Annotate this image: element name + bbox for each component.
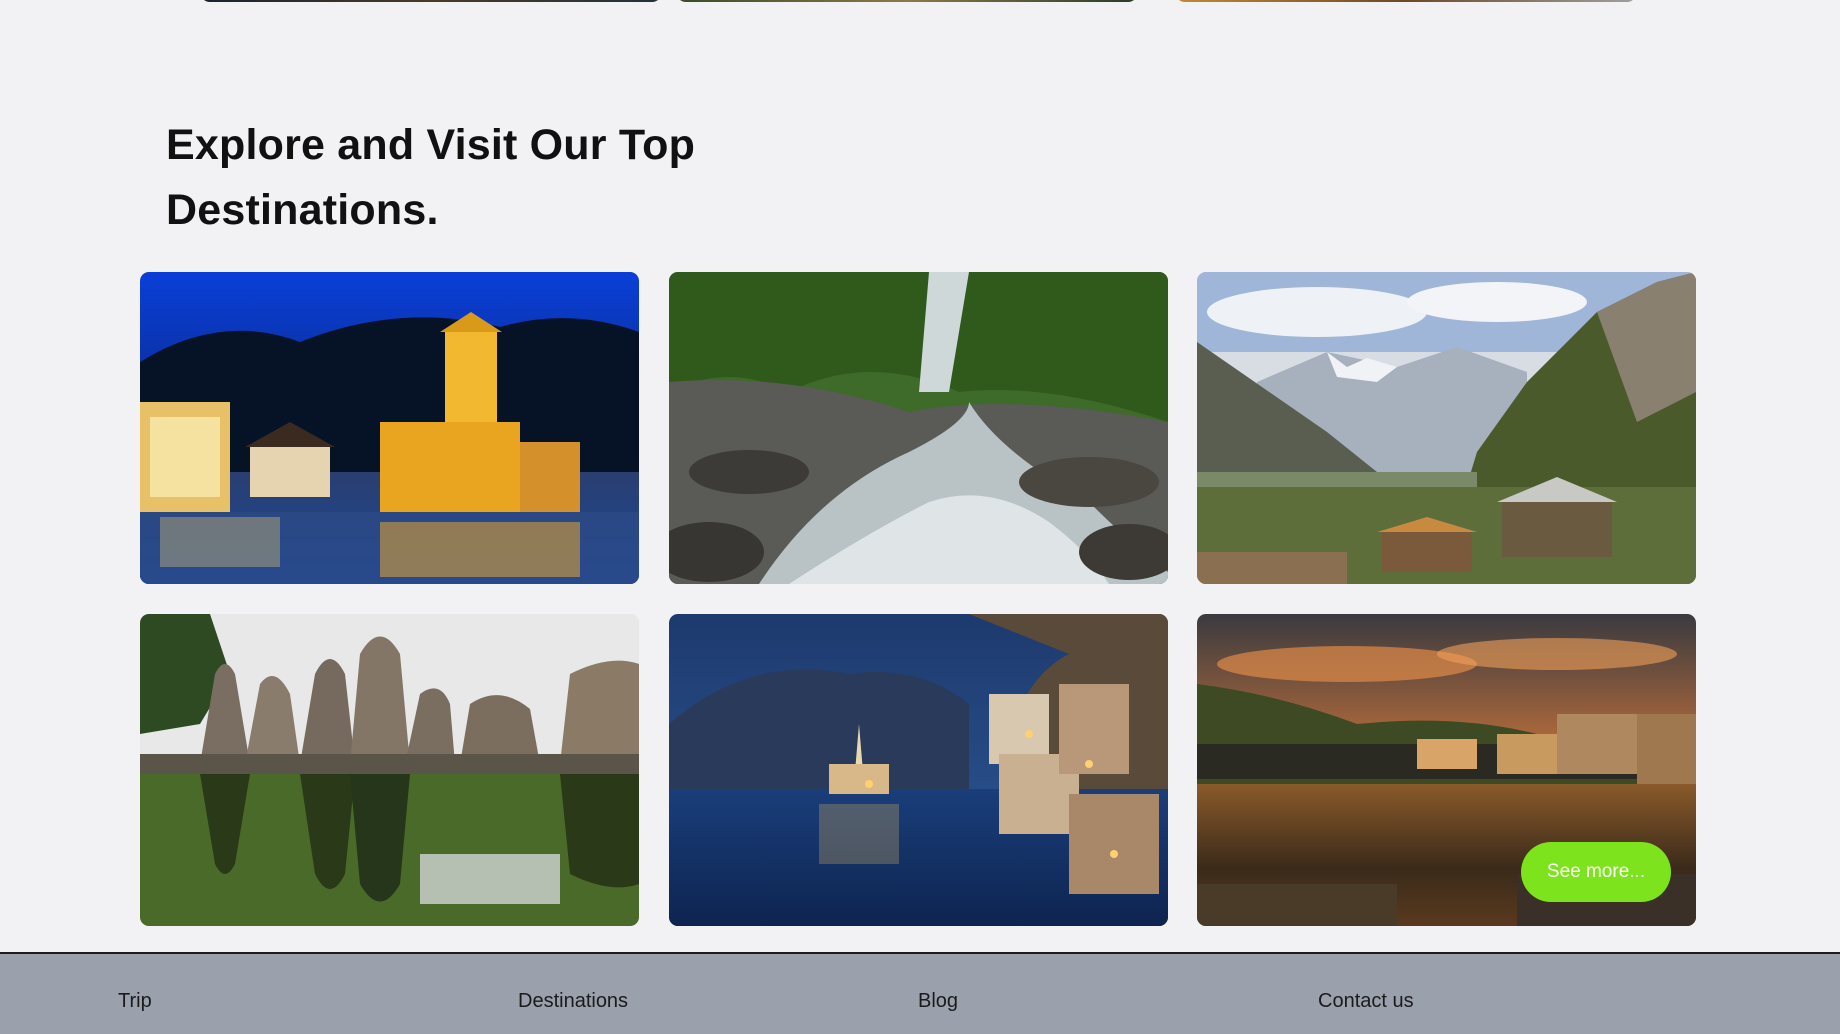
footer: Trip Destinations Blog Contact us (0, 952, 1840, 1034)
destination-card-mountain-stream[interactable] (669, 272, 1168, 584)
destination-image (140, 614, 639, 926)
destination-card-church-night[interactable] (140, 272, 639, 584)
footer-link-blog[interactable]: Blog (918, 990, 958, 1013)
previous-card-3[interactable] (1175, 0, 1637, 2)
destination-card-lakeside-town[interactable] (669, 614, 1168, 926)
destination-card-rock-temples[interactable] (140, 614, 639, 926)
destinations-grid (140, 272, 1697, 928)
section-title: Explore and Visit Our Top Destinations. (166, 121, 696, 234)
destination-image (140, 272, 639, 584)
destination-image (1197, 272, 1696, 584)
destination-image (669, 614, 1168, 926)
destination-card-mountain-village[interactable] (1197, 272, 1696, 584)
previous-card-2[interactable] (676, 0, 1138, 2)
footer-link-trip[interactable]: Trip (118, 990, 152, 1013)
footer-link-destinations[interactable]: Destinations (518, 990, 628, 1013)
previous-card-1[interactable] (200, 0, 662, 2)
destination-image (669, 272, 1168, 584)
previous-section-cards (0, 0, 1840, 4)
see-more-button[interactable]: See more... (1521, 842, 1671, 902)
footer-link-contact[interactable]: Contact us (1318, 990, 1414, 1013)
